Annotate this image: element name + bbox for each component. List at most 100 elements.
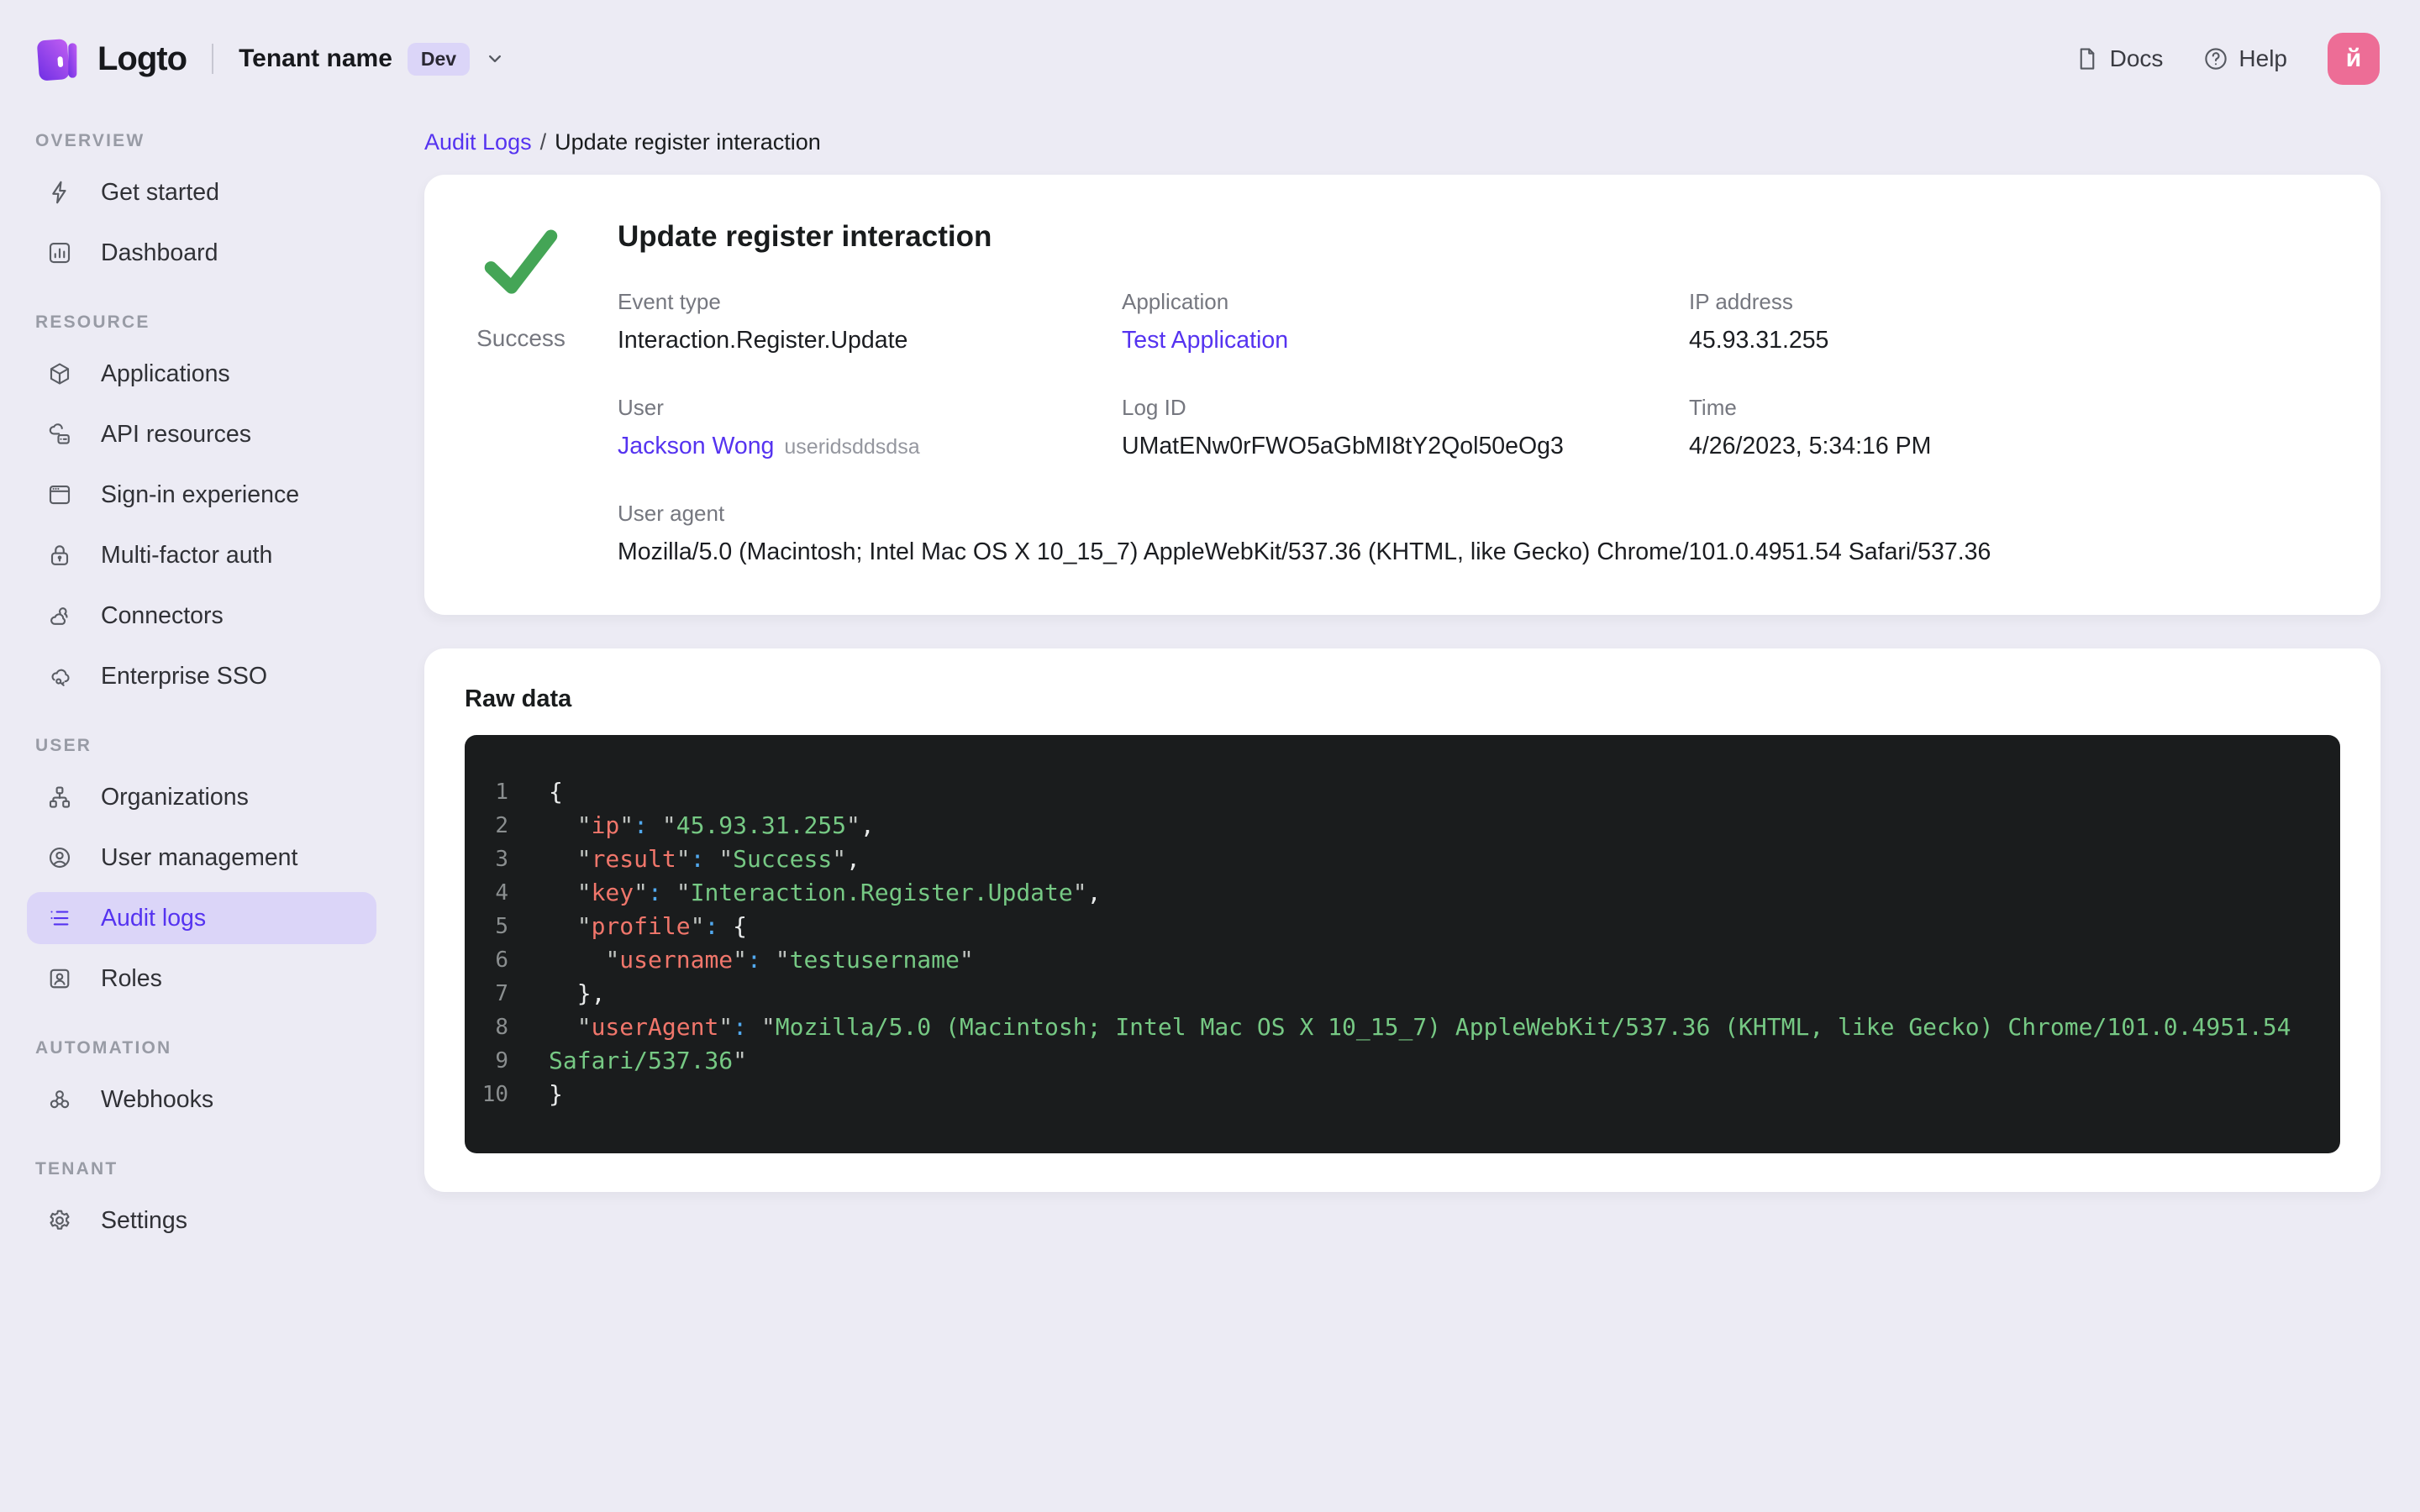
page-title: Update register interaction — [618, 220, 992, 253]
sidebar-item-connectors[interactable]: Connectors — [27, 590, 376, 642]
audit-list-icon — [47, 906, 72, 931]
field-application: Application Test Application — [1122, 289, 1689, 354]
api-resources-icon — [47, 422, 72, 447]
field-value-wrap: 45.93.31.255 — [1689, 327, 2330, 354]
line-number: 7 — [495, 981, 508, 1006]
field-value: 4/26/2023, 5:34:16 PM — [1689, 433, 1932, 459]
field-value-wrap: Test Application — [1122, 327, 1689, 354]
code-line: 5 "profile": { — [478, 910, 2320, 943]
line-number: 8 — [495, 1015, 508, 1040]
field-log-id: Log ID UMatENw0rFWO5aGbMI8tY2Qol50eOg3 — [1122, 395, 1689, 460]
sidebar-item-label: Get started — [101, 178, 219, 206]
code-line: 10} — [478, 1078, 2320, 1111]
sidebar-item-settings[interactable]: Settings — [27, 1194, 376, 1247]
lightning-icon — [47, 180, 72, 205]
avatar[interactable]: й — [2328, 33, 2380, 85]
sidebar-item-label: Sign-in experience — [101, 480, 300, 508]
chevron-down-icon — [483, 47, 507, 71]
field-value[interactable]: Jackson Wong — [618, 433, 774, 459]
field-value: Mozilla/5.0 (Macintosh; Intel Mac OS X 1… — [618, 538, 1991, 565]
docs-button[interactable]: Docs — [2075, 45, 2163, 72]
line-number: 3 — [495, 847, 508, 872]
sidebar-item-audit-logs[interactable]: Audit logs — [27, 892, 376, 944]
sidebar-item-label: Webhooks — [101, 1085, 214, 1113]
code-text: } — [549, 1080, 563, 1108]
code-text: { — [549, 778, 563, 806]
help-label: Help — [2238, 45, 2287, 71]
code-line: 7 }, — [478, 977, 2320, 1011]
field-user: User Jackson Wong useridsddsdsa — [618, 395, 1122, 460]
code-text: "key": "Interaction.Register.Update", — [576, 879, 1102, 906]
sidebar-item-sign-in-experience[interactable]: Sign-in experience — [27, 469, 376, 521]
sidebar-item-api-resources[interactable]: API resources — [27, 408, 376, 460]
field-event-type: Event type Interaction.Register.Update — [618, 289, 1122, 354]
field-user-agent: User agent Mozilla/5.0 (Macintosh; Intel … — [618, 501, 2330, 566]
field-value[interactable]: Test Application — [1122, 327, 1288, 354]
field-value-wrap: Mozilla/5.0 (Macintosh; Intel Mac OS X 1… — [618, 538, 2330, 566]
sidebar-item-user-management[interactable]: User management — [27, 832, 376, 884]
line-number: 5 — [495, 914, 508, 939]
sidebar-item-webhooks[interactable]: Webhooks — [27, 1074, 376, 1126]
raw-data-card: Raw data 1{2 "ip": "45.93.31.255", 3 "res… — [424, 648, 2381, 1192]
sidebar-item-label: Multi-factor auth — [101, 541, 273, 569]
breadcrumb-parent-link[interactable]: Audit Logs — [424, 129, 532, 155]
line-number: 6 — [495, 948, 508, 973]
field-label: Application — [1122, 289, 1229, 314]
breadcrumb: Audit Logs / Update register interaction — [424, 128, 2381, 156]
topbar-left: Logto Tenant name Dev — [30, 32, 507, 86]
topbar: Logto Tenant name Dev Docs Help й — [0, 0, 2420, 118]
code-line: 1{ — [478, 775, 2320, 809]
line-number: 9 — [495, 1048, 508, 1074]
sidebar-item-enterprise-sso[interactable]: Enterprise SSO — [27, 650, 376, 702]
line-number: 4 — [495, 880, 508, 906]
raw-data-code-block[interactable]: 1{2 "ip": "45.93.31.255", 3 "result": "Su… — [465, 735, 2340, 1153]
sidebar-item-dashboard[interactable]: Dashboard — [27, 227, 376, 279]
raw-data-title: Raw data — [465, 685, 572, 712]
field-value: 45.93.31.255 — [1689, 327, 1829, 354]
sidebar-item-organizations[interactable]: Organizations — [27, 771, 376, 823]
sidebar-section-label: USER — [35, 736, 92, 755]
sidebar-item-label: Enterprise SSO — [101, 662, 267, 690]
field-value-wrap: UMatENw0rFWO5aGbMI8tY2Qol50eOg3 — [1122, 433, 1689, 460]
browser-icon — [47, 482, 72, 507]
sidebar-section-label: AUTOMATION — [35, 1038, 172, 1058]
sidebar-section: USER Organizations User management Audit lo… — [27, 736, 376, 1005]
sidebar-section: RESOURCE Applications API resources Sign-in… — [27, 312, 376, 702]
lock-icon — [47, 543, 72, 568]
code-text: }, — [576, 979, 606, 1007]
code-line: 2 "ip": "45.93.31.255", — [478, 809, 2320, 843]
sidebar-section-label: OVERVIEW — [35, 131, 145, 150]
help-button[interactable]: Help — [2203, 45, 2287, 72]
sidebar-item-applications[interactable]: Applications — [27, 348, 376, 400]
detail-card: Success Update register interaction Even… — [424, 175, 2381, 615]
status-label: Success — [476, 325, 566, 351]
sidebar-item-roles[interactable]: Roles — [27, 953, 376, 1005]
breadcrumb-separator: / — [539, 129, 547, 155]
field-label: Time — [1689, 395, 1737, 420]
code-text: "profile": { — [576, 912, 748, 940]
cloud-key-icon — [47, 664, 72, 689]
line-number: 10 — [481, 1082, 508, 1107]
sidebar-section-label: TENANT — [35, 1159, 118, 1179]
sidebar-section: AUTOMATION Webhooks — [27, 1038, 376, 1126]
field-value-wrap: Interaction.Register.Update — [618, 327, 1122, 354]
code-text: "userAgent": "Mozilla/5.0 (Macintosh; In… — [576, 1013, 2291, 1041]
topbar-right: Docs Help й — [2075, 33, 2380, 85]
sidebar-item-label: Dashboard — [101, 239, 218, 266]
field-ip-address: IP address 45.93.31.255 — [1689, 289, 2330, 354]
tenant-switcher[interactable]: Tenant name Dev — [239, 42, 507, 76]
sidebar-item-label: Roles — [101, 964, 162, 992]
code-line: 4 "key": "Interaction.Register.Update", — [478, 876, 2320, 910]
line-number: 1 — [495, 780, 508, 805]
sidebar-item-get-started[interactable]: Get started — [27, 166, 376, 218]
field-label: IP address — [1689, 289, 1793, 314]
success-check-icon — [477, 223, 565, 307]
sidebar-item-label: Audit logs — [101, 904, 207, 932]
sidebar-item-multi-factor-auth[interactable]: Multi-factor auth — [27, 529, 376, 581]
code-text: "ip": "45.93.31.255", — [576, 811, 875, 839]
code-text: Safari/537.36" — [549, 1047, 748, 1074]
tenant-env-badge: Dev — [407, 42, 471, 76]
code-line: 6 "username": "testusername" — [478, 943, 2320, 977]
logo-text: Logto — [97, 39, 187, 77]
sidebar-item-label: Applications — [101, 360, 230, 387]
